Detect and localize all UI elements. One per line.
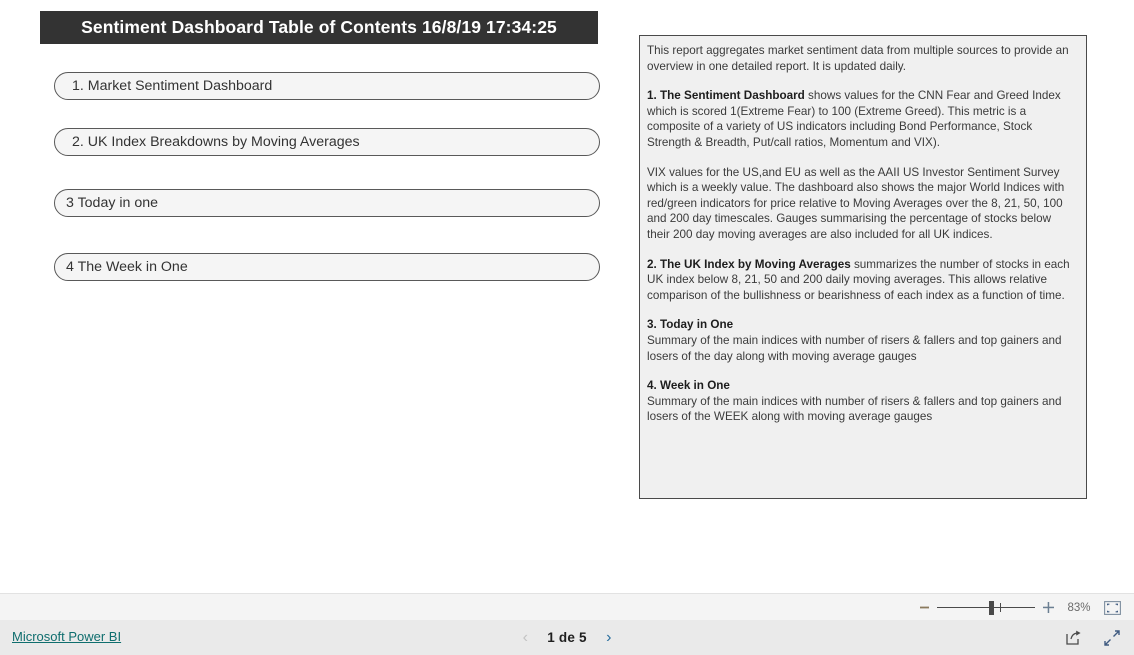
fullscreen-button[interactable] bbox=[1102, 628, 1122, 648]
description-section-2-heading: 2. The UK Index by Moving Averages bbox=[647, 257, 851, 271]
fit-to-page-icon bbox=[1103, 600, 1121, 615]
toc-button-label: 2. UK Index Breakdowns by Moving Average… bbox=[72, 133, 360, 150]
toc-button-market-sentiment-dashboard[interactable]: 1. Market Sentiment Dashboard bbox=[54, 72, 600, 100]
report-description-panel: This report aggregates market sentiment … bbox=[639, 35, 1087, 499]
description-section-1: 1. The Sentiment Dashboard shows values … bbox=[647, 88, 1077, 150]
share-button[interactable] bbox=[1064, 628, 1084, 648]
toc-button-label: 4 The Week in One bbox=[66, 258, 188, 275]
page-title: Sentiment Dashboard Table of Contents 16… bbox=[40, 11, 598, 44]
zoom-controls: 83% bbox=[914, 594, 1124, 621]
description-section-4-body: Summary of the main indices with number … bbox=[647, 394, 1062, 424]
microsoft-power-bi-link[interactable]: Microsoft Power BI bbox=[12, 629, 121, 644]
previous-page-button[interactable]: ‹ bbox=[517, 629, 533, 646]
toc-button-uk-index-breakdowns[interactable]: 2. UK Index Breakdowns by Moving Average… bbox=[54, 128, 600, 156]
page-indicator-label: 1 de 5 bbox=[547, 630, 587, 645]
description-section-1-heading: 1. The Sentiment Dashboard bbox=[647, 89, 805, 103]
share-icon bbox=[1066, 630, 1081, 645]
status-bar: Microsoft Power BI ‹ 1 de 5 › bbox=[0, 620, 1134, 655]
zoom-slider[interactable] bbox=[937, 598, 1035, 618]
toc-button-today-in-one[interactable]: 3 Today in one bbox=[54, 189, 600, 217]
description-section-3-body: Summary of the main indices with number … bbox=[647, 333, 1062, 363]
toc-button-week-in-one[interactable]: 4 The Week in One bbox=[54, 253, 600, 281]
status-bar-actions bbox=[1064, 620, 1122, 655]
zoom-level-label: 83% bbox=[1067, 601, 1091, 614]
minus-icon bbox=[919, 606, 929, 609]
zoom-in-button[interactable] bbox=[1038, 598, 1058, 618]
plus-icon bbox=[1042, 602, 1054, 613]
zoom-slider-track bbox=[937, 607, 1035, 609]
description-section-4-heading: 4. Week in One bbox=[647, 379, 730, 393]
zoom-out-button[interactable] bbox=[914, 598, 934, 618]
description-section-1-continued: VIX values for the US,and EU as well as … bbox=[647, 165, 1065, 241]
description-section-2: 2. The UK Index by Moving Averages summa… bbox=[647, 257, 1077, 304]
page-navigation: ‹ 1 de 5 › bbox=[0, 620, 1134, 655]
fullscreen-icon bbox=[1104, 629, 1120, 646]
description-section-3-heading: 3. Today in One bbox=[647, 318, 734, 332]
zoom-slider-thumb[interactable] bbox=[989, 600, 994, 615]
zoom-slider-tick bbox=[1000, 603, 1002, 612]
report-canvas: Sentiment Dashboard Table of Contents 16… bbox=[0, 0, 1134, 593]
description-intro: This report aggregates market sentiment … bbox=[647, 44, 1069, 73]
next-page-button[interactable]: › bbox=[601, 629, 617, 646]
fit-to-page-button[interactable] bbox=[1100, 598, 1124, 618]
zoom-toolbar: 83% bbox=[0, 593, 1134, 620]
toc-button-label: 1. Market Sentiment Dashboard bbox=[72, 77, 273, 94]
toc-button-label: 3 Today in one bbox=[66, 194, 159, 211]
